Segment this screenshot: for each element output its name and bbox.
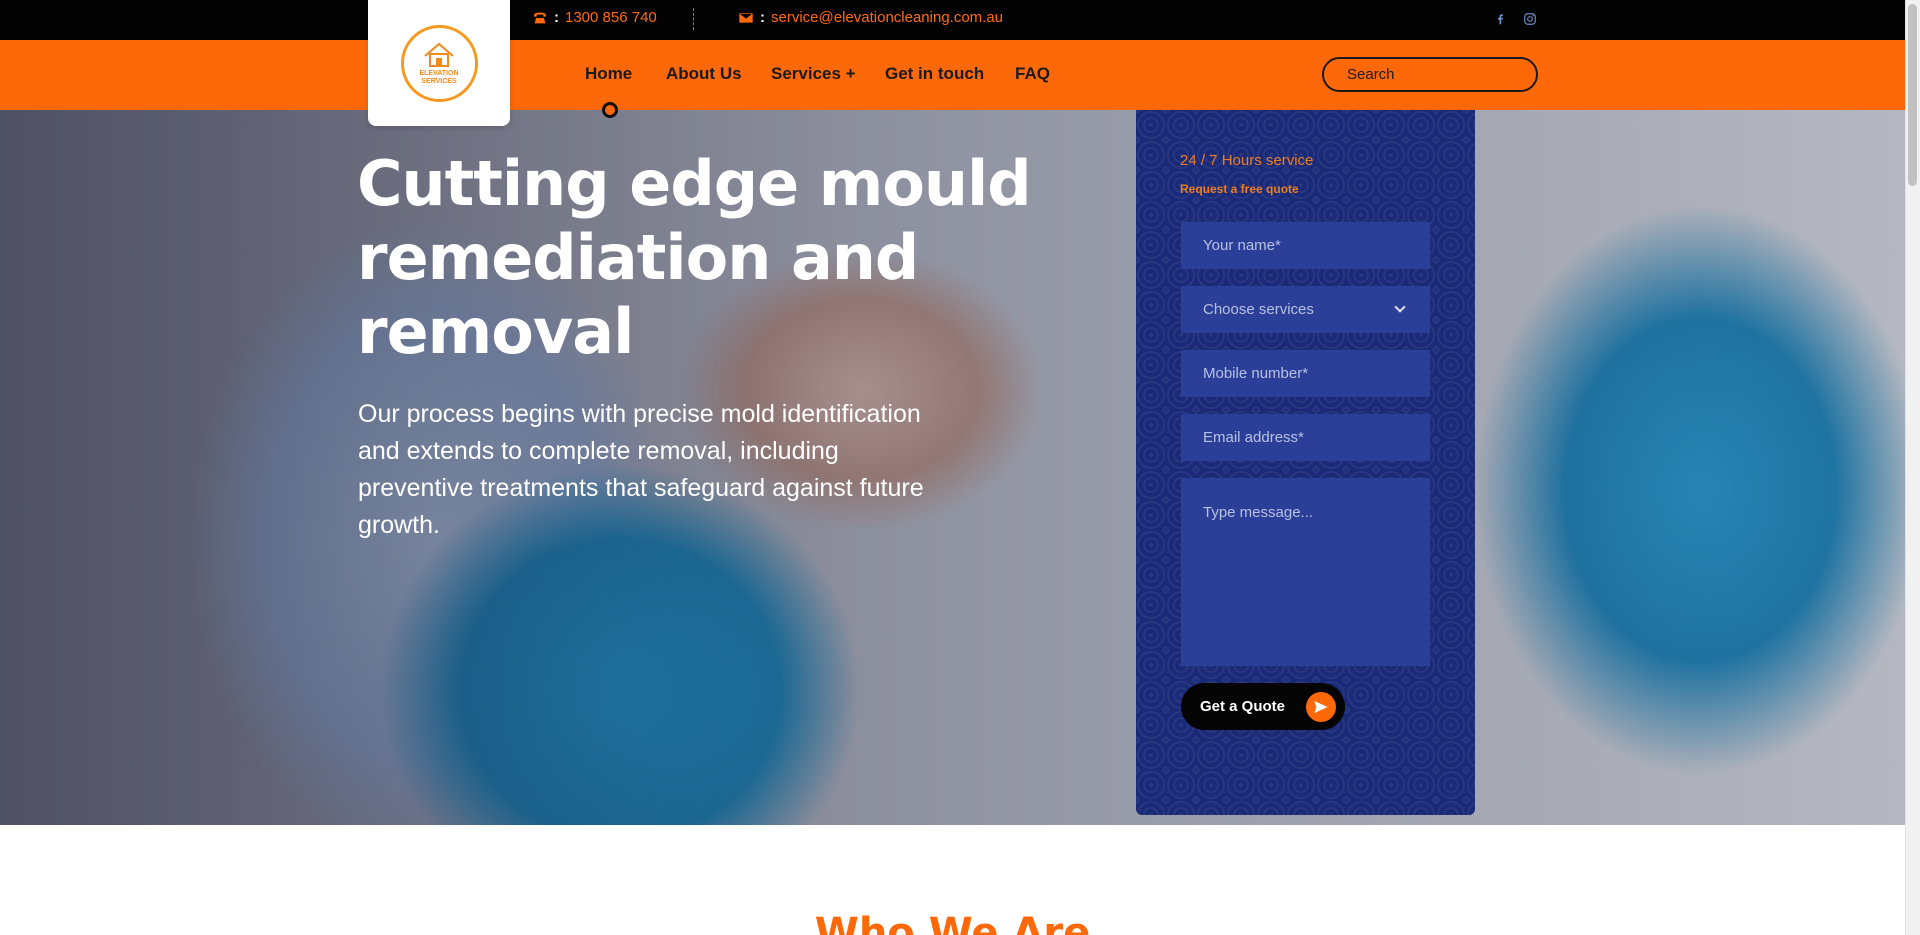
phone-contact[interactable]: : 1300 856 740 [532,9,657,26]
name-field[interactable] [1181,222,1430,269]
services-select-value: Choose services [1203,301,1314,318]
contact-divider [693,8,694,30]
logo-line-2: SERVICES [421,78,457,85]
services-select[interactable]: Choose services [1181,286,1430,333]
hero-subtitle: Our process begins with precise mold ide… [358,400,924,539]
get-quote-label: Get a Quote [1200,698,1286,715]
phone-separator: : [554,9,559,26]
mobile-field[interactable] [1181,350,1430,397]
service-hours-label: 24 / 7 Hours service [1180,152,1314,169]
top-bar: : 1300 856 740 : service@elevationcleani… [0,0,1905,40]
phone-number[interactable]: 1300 856 740 [565,9,657,26]
email-separator: : [760,9,765,26]
quote-form-heading: Request a free quote [1180,182,1299,196]
site-logo[interactable]: ELEVATION SERVICES [368,0,510,126]
nav-about-us[interactable]: About Us [666,64,742,84]
active-nav-indicator [602,102,618,118]
nav-services[interactable]: Services + [771,64,856,84]
house-icon [424,42,454,67]
message-field[interactable] [1181,478,1430,666]
email-contact[interactable]: : service@elevationcleaning.com.au [738,9,1003,26]
who-we-are-heading: Who We Are [814,910,1091,935]
email-address[interactable]: service@elevationcleaning.com.au [771,9,1003,26]
nav-faq[interactable]: FAQ [1015,64,1050,84]
scrollbar-thumb[interactable] [1908,4,1917,186]
nav-get-in-touch[interactable]: Get in touch [885,64,984,84]
nav-home[interactable]: Home [585,64,632,84]
instagram-icon[interactable] [1522,11,1538,27]
phone-icon [534,12,546,23]
email-field[interactable] [1181,414,1430,461]
search-input[interactable] [1322,57,1538,92]
send-arrow-icon [1306,692,1336,722]
hero-title: Cutting edge mould remediation and remov… [357,147,1032,368]
envelope-icon [739,12,753,23]
get-quote-button[interactable]: Get a Quote [1181,683,1345,730]
chevron-down-icon [1394,301,1406,313]
facebook-icon[interactable] [1492,11,1508,27]
logo-emblem: ELEVATION SERVICES [400,24,478,102]
logo-line-1: ELEVATION [419,70,459,77]
